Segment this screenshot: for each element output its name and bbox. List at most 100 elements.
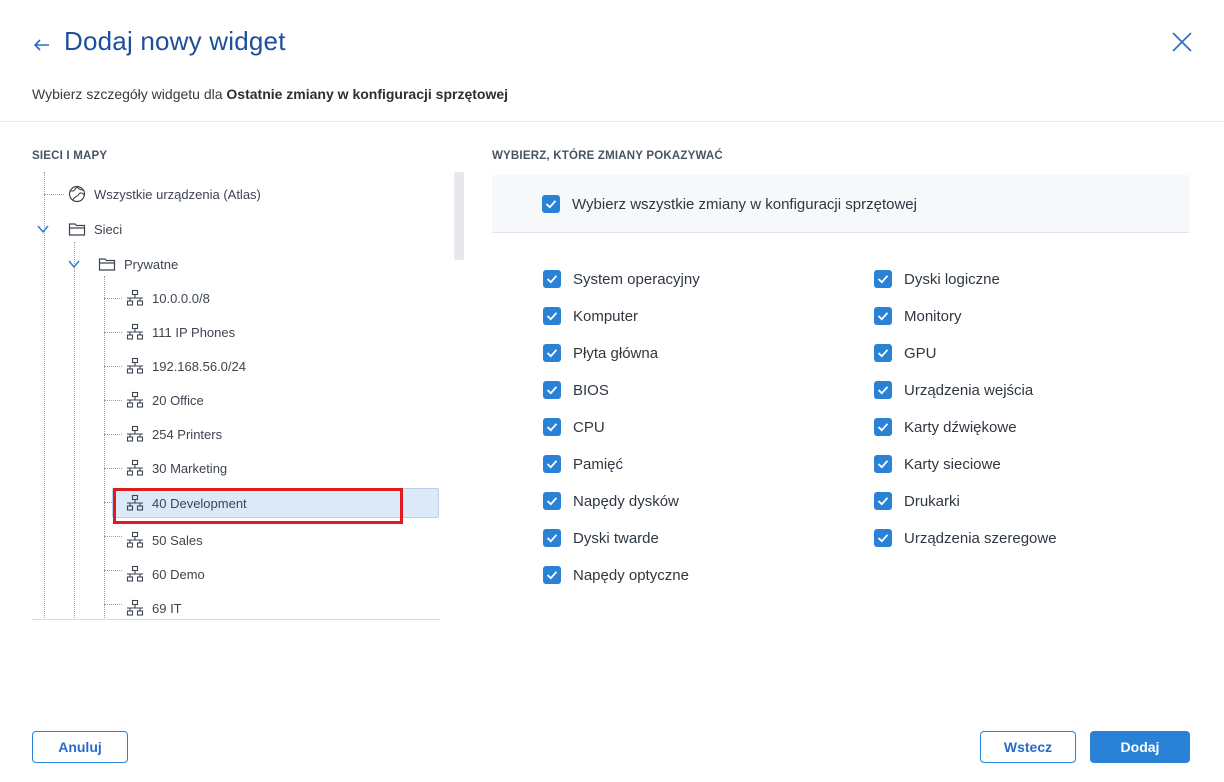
checkbox-label: Napędy dysków	[573, 492, 679, 510]
option-checkbox[interactable]: GPU	[874, 344, 937, 362]
network-icon	[126, 357, 144, 375]
option-checkbox[interactable]: Płyta główna	[543, 344, 658, 362]
network-icon	[126, 494, 144, 512]
checkbox-checked-icon	[542, 195, 560, 213]
tree-item-network[interactable]: 254 Printers	[126, 419, 222, 449]
checkbox-checked-icon	[543, 455, 561, 473]
close-icon[interactable]	[1168, 28, 1196, 56]
checkbox-label: Płyta główna	[573, 344, 659, 362]
networks-maps-label: SIECI I MAPY	[32, 150, 108, 162]
select-all-row: Wybierz wszystkie zmiany w konfiguracji …	[492, 175, 1189, 233]
network-icon	[126, 599, 144, 617]
dialog-header: Dodaj nowy widget Wybierz szczegóły widg…	[0, 0, 1224, 120]
tree-item-network[interactable]: 10.0.0.0/8	[126, 283, 210, 313]
network-icon	[126, 391, 144, 409]
tree-item-network[interactable]: 69 IT	[126, 593, 182, 619]
option-checkbox[interactable]: Dyski twarde	[543, 529, 659, 547]
checkbox-label: BIOS	[573, 381, 609, 399]
tree-item-label: Prywatne	[124, 256, 179, 272]
tree-item-label: Wszystkie urządzenia (Atlas)	[94, 186, 261, 202]
checkbox-label: Pamięć	[573, 455, 624, 473]
checkbox-checked-icon	[543, 381, 561, 399]
option-checkbox[interactable]: Dyski logiczne	[874, 270, 1000, 288]
tree-item-network[interactable]: 30 Marketing	[126, 453, 227, 483]
chevron-down-icon[interactable]	[67, 257, 81, 271]
checkbox-checked-icon	[874, 344, 892, 362]
checkbox-label: Komputer	[573, 307, 639, 325]
tree-item-label: 50 Sales	[152, 532, 203, 548]
widget-name: Ostatnie zmiany w konfiguracji sprzętowe…	[226, 86, 509, 102]
add-button[interactable]: Dodaj	[1090, 731, 1190, 763]
checkbox-label: System operacyjny	[573, 270, 700, 288]
network-icon	[126, 289, 144, 307]
checkbox-label: Urządzenia szeregowe	[904, 529, 1057, 547]
cancel-button[interactable]: Anuluj	[32, 731, 128, 763]
option-checkbox[interactable]: Drukarki	[874, 492, 960, 510]
checkbox-label: Monitory	[904, 307, 962, 325]
tree-item-network[interactable]: 50 Sales	[126, 525, 203, 555]
tree-item-network[interactable]: 60 Demo	[126, 559, 205, 589]
tree-scrollbar[interactable]	[454, 172, 464, 260]
checkbox-label: Dyski twarde	[573, 529, 659, 547]
tree-item-label: 192.168.56.0/24	[152, 358, 246, 374]
option-checkbox[interactable]: Komputer	[543, 307, 638, 325]
option-checkbox[interactable]: Napędy dysków	[543, 492, 679, 510]
tree-item-label: 111 IP Phones	[152, 324, 236, 340]
checkbox-label: Dyski logiczne	[904, 270, 1000, 288]
option-checkbox[interactable]: Urządzenia wejścia	[874, 381, 1033, 399]
back-arrow-icon[interactable]	[32, 30, 54, 60]
header-divider	[0, 121, 1224, 122]
tree-item-label: 40 Development	[152, 495, 247, 511]
network-tree: Wszystkie urządzenia (Atlas) Sieci Prywa…	[32, 172, 440, 620]
checkbox-label: Wybierz wszystkie zmiany w konfiguracji …	[572, 195, 917, 213]
tree-item-label: 10.0.0.0/8	[152, 290, 210, 306]
network-icon	[126, 425, 144, 443]
option-checkbox[interactable]: CPU	[543, 418, 605, 436]
checkbox-label: Napędy optyczne	[573, 566, 689, 584]
subtitle-prefix: Wybierz szczegóły widgetu dla	[32, 86, 227, 102]
tree-item-label: 30 Marketing	[152, 460, 228, 476]
checkbox-checked-icon	[543, 307, 561, 325]
tree-item-label: 254 Printers	[152, 426, 223, 442]
globe-icon	[68, 185, 86, 203]
checkbox-checked-icon	[543, 344, 561, 362]
tree-item-network[interactable]: 192.168.56.0/24	[126, 351, 246, 381]
dialog-title: Dodaj nowy widget	[64, 26, 286, 56]
option-checkbox[interactable]: Pamięć	[543, 455, 623, 473]
tree-item-networks[interactable]: Sieci	[68, 214, 122, 244]
tree-item-private[interactable]: Prywatne	[98, 249, 178, 279]
checkbox-label: Urządzenia wejścia	[904, 381, 1034, 399]
tree-item-network[interactable]: 111 IP Phones	[126, 317, 235, 347]
select-all-checkbox[interactable]: Wybierz wszystkie zmiany w konfiguracji …	[542, 195, 917, 213]
checkbox-label: Karty sieciowe	[904, 455, 1001, 473]
checkbox-checked-icon	[874, 455, 892, 473]
checkbox-checked-icon	[874, 270, 892, 288]
dialog-subtitle: Wybierz szczegóły widgetu dla Ostatnie z…	[32, 86, 508, 102]
chevron-down-icon[interactable]	[36, 222, 50, 236]
option-checkbox[interactable]: Karty sieciowe	[874, 455, 1001, 473]
network-icon	[126, 531, 144, 549]
tree-item-network-selected[interactable]: 40 Development	[112, 488, 439, 518]
option-checkbox[interactable]: System operacyjny	[543, 270, 700, 288]
checkbox-checked-icon	[874, 307, 892, 325]
folder-icon	[98, 255, 116, 273]
network-icon	[126, 459, 144, 477]
option-checkbox[interactable]: Urządzenia szeregowe	[874, 529, 1057, 547]
checkbox-checked-icon	[874, 418, 892, 436]
tree-item-label: 20 Office	[152, 392, 204, 408]
option-checkbox[interactable]: Karty dźwiękowe	[874, 418, 1017, 436]
tree-item-network[interactable]: 20 Office	[126, 385, 204, 415]
back-button[interactable]: Wstecz	[980, 731, 1076, 763]
option-checkbox[interactable]: Monitory	[874, 307, 962, 325]
checkbox-checked-icon	[874, 529, 892, 547]
checkbox-checked-icon	[543, 566, 561, 584]
option-checkbox[interactable]: Napędy optyczne	[543, 566, 689, 584]
checkbox-checked-icon	[543, 529, 561, 547]
network-icon	[126, 323, 144, 341]
option-checkbox[interactable]: BIOS	[543, 381, 609, 399]
checkbox-label: Karty dźwiękowe	[904, 418, 1017, 436]
tree-item-label: Sieci	[94, 221, 123, 237]
tree-item-all-devices[interactable]: Wszystkie urządzenia (Atlas)	[68, 179, 261, 209]
checkbox-checked-icon	[874, 492, 892, 510]
checkbox-checked-icon	[543, 270, 561, 288]
